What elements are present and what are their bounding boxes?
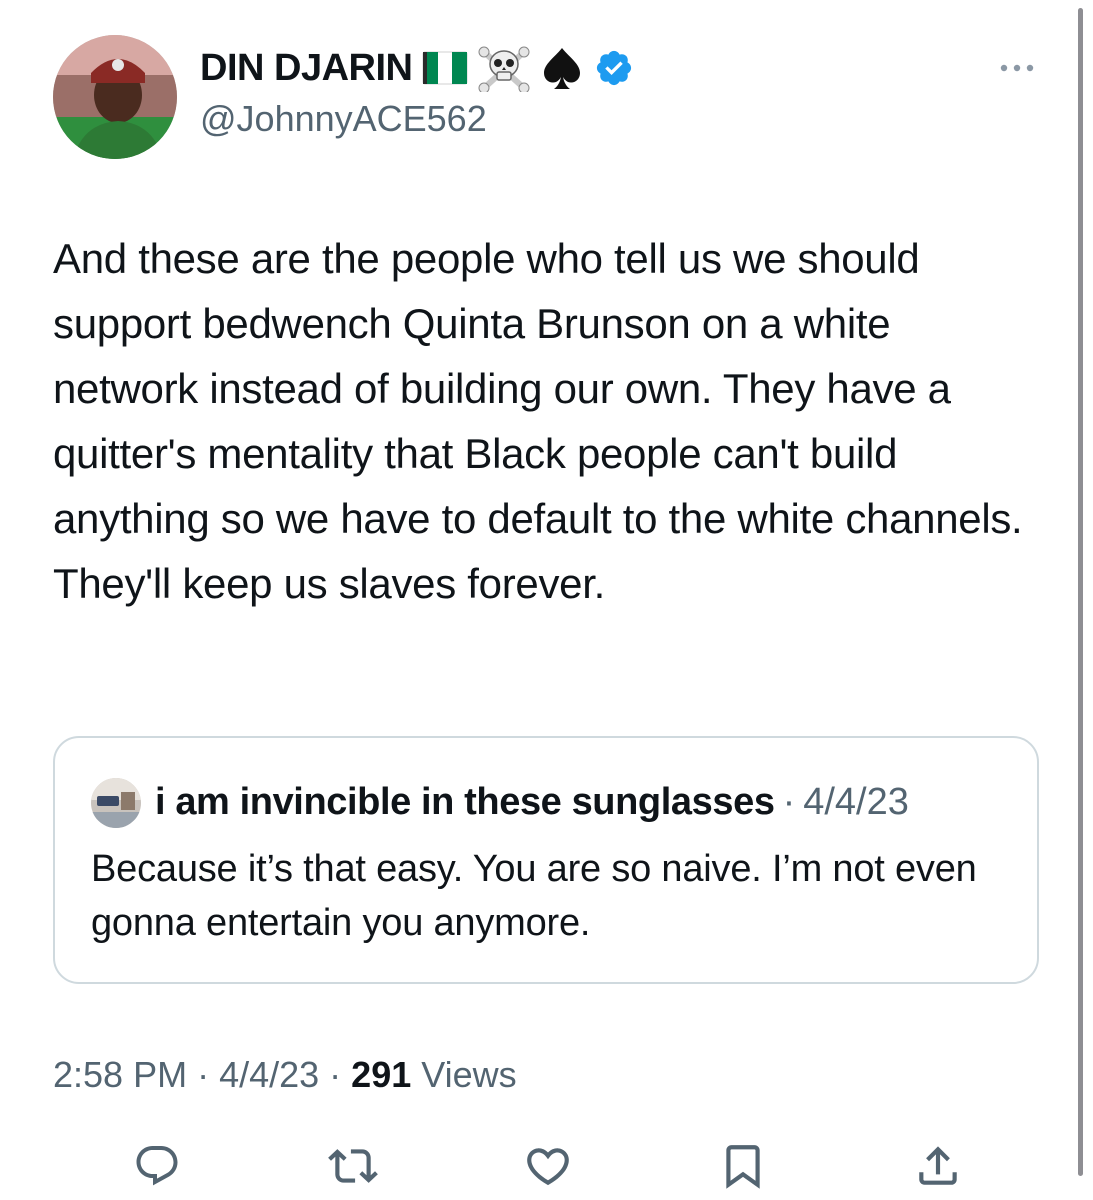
verified-badge-icon[interactable] — [594, 48, 634, 88]
spade-suit-icon — [540, 44, 584, 92]
nigeria-flag-icon — [422, 51, 468, 85]
quote-header: i am invincible in these sunglasses · 4/… — [155, 776, 909, 828]
skull-and-crossbones-icon — [478, 44, 530, 94]
quote-author-name[interactable]: i am invincible in these sunglasses — [155, 781, 775, 824]
more-options-icon[interactable] — [997, 58, 1037, 78]
tweet-action-bar — [0, 1136, 1093, 1196]
tweet-meta: 2:58 PM · 4/4/23 · 291 Views — [53, 1050, 517, 1100]
author-avatar[interactable] — [53, 35, 177, 159]
bookmark-icon[interactable] — [713, 1136, 773, 1196]
views-label: Views — [421, 1054, 517, 1095]
retweet-icon[interactable] — [323, 1136, 383, 1196]
like-icon[interactable] — [518, 1136, 578, 1196]
tweet-text: And these are the people who tell us we … — [53, 235, 1023, 607]
quote-separator: · — [782, 780, 796, 823]
tweet-time[interactable]: 2:58 PM — [53, 1054, 187, 1096]
author-name-row: DIN DJARIN — [200, 42, 634, 94]
author-display-name[interactable]: DIN DJARIN — [200, 47, 413, 90]
quote-date[interactable]: 4/4/23 — [803, 781, 909, 824]
scrollbar[interactable] — [1078, 8, 1083, 1176]
quote-text: Because it’s that easy. You are so naive… — [91, 848, 977, 944]
share-icon[interactable] — [908, 1136, 968, 1196]
quote-author-avatar — [91, 778, 141, 828]
meta-separator: · — [197, 1054, 210, 1095]
meta-separator: · — [329, 1054, 342, 1095]
reply-icon[interactable] — [127, 1136, 187, 1196]
views-count: 291 — [351, 1054, 412, 1095]
author-handle[interactable]: @JohnnyACE562 — [200, 98, 487, 140]
tweet-date[interactable]: 4/4/23 — [219, 1054, 319, 1096]
quoted-tweet-card[interactable]: i am invincible in these sunglasses · 4/… — [53, 736, 1039, 984]
